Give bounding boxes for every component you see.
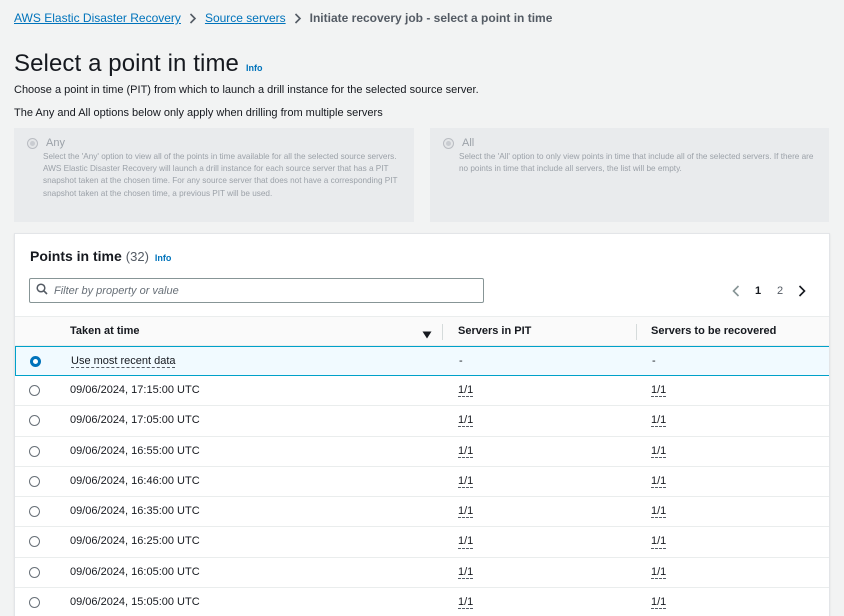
cell-servers-in-pit[interactable]: 1/1 (458, 414, 473, 426)
panel-title: Points in time (30, 248, 122, 264)
cell-taken-at: 09/06/2024, 17:05:00 UTC (70, 414, 200, 427)
page-description: Choose a point in time (PIT) from which … (14, 84, 479, 96)
cell-taken-at: 09/06/2024, 16:46:00 UTC (70, 474, 200, 487)
panel-count: (32) (125, 249, 149, 264)
column-header-taken-at[interactable]: Taken at time (70, 325, 140, 337)
cell-servers-in-pit[interactable]: 1/1 (458, 384, 473, 396)
row-radio[interactable] (29, 415, 40, 427)
page-header: Select a point in time Info (14, 50, 263, 78)
row-radio[interactable] (29, 385, 40, 396)
table-row[interactable]: Use most recent data - - (15, 346, 829, 376)
panel-header: Points in time (32) Info (30, 248, 171, 264)
row-radio[interactable] (29, 597, 40, 609)
option-any-radio[interactable] (27, 137, 38, 149)
option-all-card: All Select the 'All' option to only view… (430, 128, 829, 222)
option-all-radio[interactable] (443, 137, 454, 149)
cell-taken-at: Use most recent data (71, 355, 176, 367)
pagination: 1 2 (727, 282, 811, 300)
option-any-description: Select the 'Any' option to view all of t… (43, 152, 398, 198)
cell-servers-in-pit[interactable]: 1/1 (458, 445, 473, 457)
page-1[interactable]: 1 (749, 285, 767, 297)
table-row[interactable]: 09/06/2024, 16:55:00 UTC 1/1 1/1 (15, 437, 829, 467)
page-2[interactable]: 2 (771, 285, 789, 297)
row-radio[interactable] (29, 566, 40, 578)
filter-input[interactable] (54, 284, 454, 297)
cell-servers-in-pit[interactable]: 1/1 (458, 596, 473, 608)
option-any-card: Any Select the 'Any' option to view all … (14, 128, 414, 222)
table-row[interactable]: 09/06/2024, 16:25:00 UTC 1/1 1/1 (15, 527, 829, 558)
option-all-label: All (462, 137, 475, 149)
filter-field[interactable] (29, 278, 484, 303)
cell-servers-in-pit[interactable]: 1/1 (458, 535, 473, 547)
column-divider[interactable] (636, 324, 637, 340)
table-header: Taken at time Servers in PIT Servers to … (15, 316, 829, 346)
cell-servers-recovered[interactable]: 1/1 (651, 505, 666, 517)
cell-taken-at: 09/06/2024, 15:05:00 UTC (70, 596, 200, 609)
table-row[interactable]: 09/06/2024, 16:46:00 UTC 1/1 1/1 (15, 467, 829, 498)
table-row[interactable]: 09/06/2024, 16:05:00 UTC 1/1 1/1 (15, 558, 829, 589)
row-radio[interactable] (29, 475, 40, 487)
column-header-servers-in-pit[interactable]: Servers in PIT (458, 325, 531, 337)
table-row[interactable]: 09/06/2024, 16:35:00 UTC 1/1 1/1 (15, 497, 829, 528)
chevron-right-icon[interactable] (793, 282, 811, 300)
cell-taken-at: 09/06/2024, 17:15:00 UTC (70, 384, 200, 396)
breadcrumb-link-drs[interactable]: AWS Elastic Disaster Recovery (14, 11, 181, 25)
option-any-label: Any (46, 137, 65, 149)
cell-servers-in-pit: - (459, 355, 463, 367)
cell-servers-recovered[interactable]: 1/1 (651, 475, 666, 487)
points-in-time-table: Taken at time Servers in PIT Servers to … (15, 316, 829, 616)
panel-info-link[interactable]: Info (155, 253, 172, 263)
cell-servers-recovered: - (652, 355, 656, 367)
caret-down-icon[interactable] (422, 326, 432, 344)
cell-servers-recovered[interactable]: 1/1 (651, 596, 666, 608)
table-row[interactable]: 09/06/2024, 15:05:00 UTC 1/1 1/1 (15, 588, 829, 616)
cell-taken-at: 09/06/2024, 16:55:00 UTC (70, 444, 200, 457)
row-radio[interactable] (29, 506, 40, 518)
row-radio[interactable] (29, 445, 40, 457)
cell-servers-recovered[interactable]: 1/1 (651, 445, 666, 457)
breadcrumb: AWS Elastic Disaster Recovery Source ser… (14, 11, 552, 25)
options-note: The Any and All options below only apply… (14, 107, 383, 119)
cell-servers-recovered[interactable]: 1/1 (651, 535, 666, 547)
cell-servers-recovered[interactable]: 1/1 (651, 414, 666, 426)
table-row[interactable]: 09/06/2024, 17:05:00 UTC 1/1 1/1 (15, 406, 829, 437)
row-radio[interactable] (29, 536, 40, 548)
chevron-left-icon[interactable] (727, 282, 745, 300)
chevron-right-icon (185, 12, 201, 24)
cell-servers-in-pit[interactable]: 1/1 (458, 566, 473, 578)
column-header-servers-recovered[interactable]: Servers to be recovered (651, 325, 776, 337)
page-info-link[interactable]: Info (246, 63, 263, 73)
row-radio[interactable] (30, 356, 41, 367)
cell-taken-at: 09/06/2024, 16:05:00 UTC (70, 565, 200, 578)
cell-servers-recovered[interactable]: 1/1 (651, 384, 666, 396)
cell-taken-at: 09/06/2024, 16:35:00 UTC (70, 505, 200, 518)
breadcrumb-current: Initiate recovery job - select a point i… (309, 11, 553, 25)
column-divider[interactable] (442, 324, 443, 340)
cell-servers-in-pit[interactable]: 1/1 (458, 505, 473, 517)
page-title: Select a point in time (14, 50, 239, 77)
breadcrumb-link-source-servers[interactable]: Source servers (205, 11, 286, 25)
option-all-description: Select the 'All' option to only view poi… (459, 152, 814, 174)
cell-taken-at: 09/06/2024, 16:25:00 UTC (70, 535, 200, 548)
cell-servers-recovered[interactable]: 1/1 (651, 566, 666, 578)
points-in-time-panel: Points in time (32) Info 1 2 Taken at ti… (14, 233, 830, 616)
cell-servers-in-pit[interactable]: 1/1 (458, 475, 473, 487)
table-row[interactable]: 09/06/2024, 17:15:00 UTC 1/1 1/1 (15, 376, 829, 407)
search-icon (36, 282, 48, 300)
chevron-right-icon (290, 12, 306, 24)
